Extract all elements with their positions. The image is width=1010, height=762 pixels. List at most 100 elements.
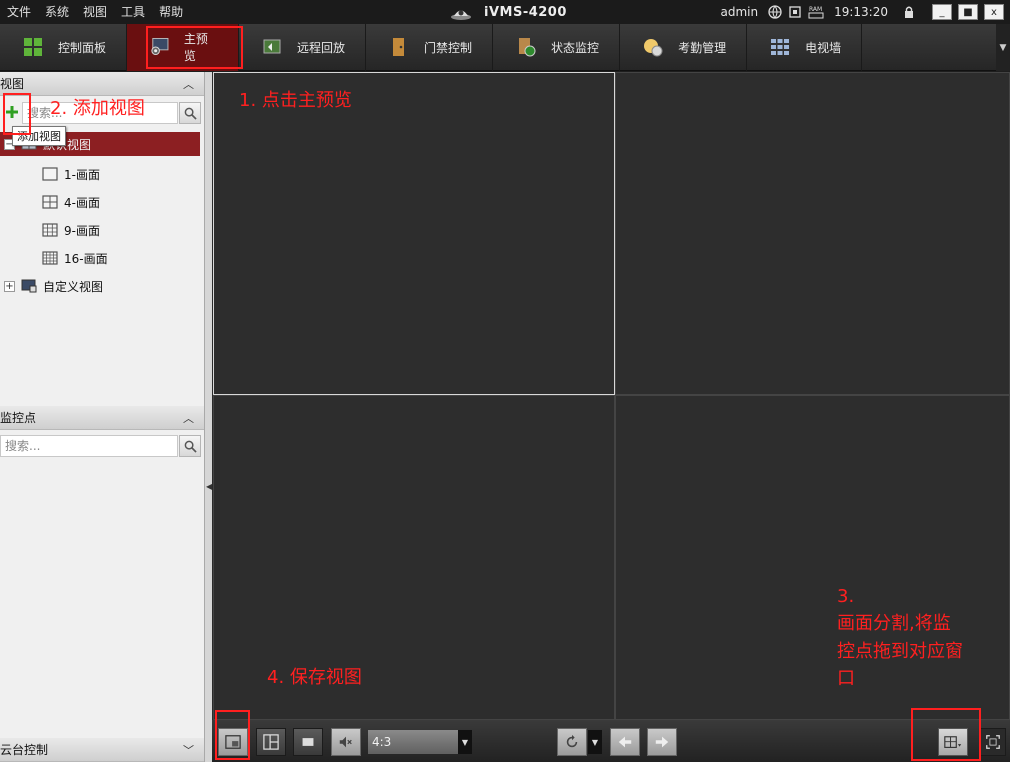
camera-search-input[interactable]: 搜索... [0, 435, 178, 457]
network-globe-icon [768, 5, 782, 19]
annotation-step-3-line-2: 画面分割,将监 [837, 613, 951, 634]
access-control-icon [393, 38, 405, 56]
tree-label: 自定义视图 [43, 279, 104, 294]
tab-remote-playback[interactable]: 远程回放 [239, 23, 367, 71]
app-title-area: iVMS-4200 [450, 0, 567, 24]
mute-button[interactable] [331, 728, 361, 756]
tab-label: 状态监控 [551, 40, 600, 55]
tab-label: 远程回放 [297, 40, 346, 55]
stop-icon [302, 738, 314, 746]
menu-file[interactable]: 文件 [0, 0, 38, 24]
tab-attendance[interactable]: 考勤管理 [620, 23, 748, 71]
tree-item-4-screen[interactable]: 4-画面 [42, 190, 100, 214]
view-panel-title: 视图 [0, 77, 25, 91]
tree-item-1-screen[interactable]: 1-画面 [42, 162, 100, 186]
app-title: iVMS-4200 [484, 4, 567, 20]
main-menu: 文件 系统 视图 工具 帮助 [0, 0, 190, 24]
arrow-right-icon [655, 736, 669, 748]
expand-icon[interactable]: ﹀ [183, 742, 194, 758]
aspect-ratio-dropdown-icon[interactable]: ▼ [458, 730, 472, 754]
minimize-button[interactable]: _ [932, 4, 952, 20]
volume-mute-icon [339, 736, 352, 748]
annotation-step-3-line-4: 口 [837, 668, 855, 689]
current-user: admin [720, 5, 759, 19]
left-panel: 视图 ︿ 搜索... − 默认视图 1-画面 4-画面 9-画面 16-画面 +… [0, 72, 204, 762]
collapse-icon[interactable]: ︿ [183, 410, 194, 426]
fullscreen-button[interactable] [980, 728, 1006, 756]
panel-splitter[interactable]: ◀ [204, 72, 212, 762]
arrow-left-icon [618, 736, 632, 748]
video-pane-4[interactable] [615, 395, 1010, 720]
lock-icon[interactable] [902, 5, 916, 19]
highlight-save-view [215, 710, 250, 760]
annotation-step-3-line-3: 控点拖到对应窗 [837, 641, 963, 662]
search-icon [184, 107, 197, 120]
next-page-button[interactable] [647, 728, 677, 756]
control-panel-icon [24, 38, 42, 56]
menu-tools[interactable]: 工具 [114, 0, 152, 24]
remote-playback-icon [263, 39, 281, 54]
tab-label: 电视墙 [805, 40, 842, 55]
layout-4-icon [42, 195, 58, 209]
tab-video-wall[interactable]: 电视墙 [747, 23, 863, 71]
tab-label: 门禁控制 [424, 40, 473, 55]
tree-label: 1-画面 [64, 167, 100, 182]
menu-view[interactable]: 视图 [76, 0, 114, 24]
view-search-button[interactable] [179, 102, 201, 124]
layout-9-icon [42, 223, 58, 237]
highlight-screen-division [911, 708, 981, 761]
collapse-icon[interactable]: ︿ [183, 76, 194, 92]
tree-label: 9-画面 [64, 223, 100, 238]
ptz-panel-title: 云台控制 [0, 743, 49, 757]
camera-logo-icon [451, 10, 471, 20]
tree-item-9-screen[interactable]: 9-画面 [42, 218, 100, 242]
window-layout-button[interactable] [256, 728, 286, 756]
layout-16-icon [42, 251, 58, 265]
tab-access-control[interactable]: 门禁控制 [366, 23, 494, 71]
tree-label: 16-画面 [64, 251, 108, 266]
aspect-ratio-select[interactable]: 4:3 [368, 730, 458, 754]
tree-item-16-screen[interactable]: 16-画面 [42, 246, 108, 270]
clock: 19:13:20 [834, 5, 888, 19]
tab-label: 考勤管理 [678, 40, 727, 55]
video-pane-1[interactable] [213, 72, 615, 395]
annotation-step-2: 2. 添加视图 [50, 98, 145, 119]
menu-system[interactable]: 系统 [38, 0, 76, 24]
refresh-dropdown-icon[interactable]: ▼ [588, 730, 602, 754]
layout-split-icon [263, 734, 279, 750]
expand-toggle[interactable]: + [4, 280, 15, 292]
maximize-button[interactable]: ■ [958, 4, 978, 20]
camera-panel-header[interactable]: 监控点 ︿ [0, 406, 204, 430]
video-wall-icon [771, 39, 790, 55]
refresh-button[interactable] [557, 728, 587, 756]
annotation-step-1: 1. 点击主预览 [239, 90, 352, 111]
tab-control-panel[interactable]: 控制面板 [0, 23, 128, 71]
tree-label: 4-画面 [64, 195, 100, 210]
status-monitor-icon [519, 38, 536, 57]
camera-search-button[interactable] [179, 435, 201, 457]
annotation-step-3-number: 3. [837, 586, 855, 607]
menu-help[interactable]: 帮助 [152, 0, 190, 24]
previous-page-button[interactable] [610, 728, 640, 756]
custom-view-icon [21, 279, 37, 293]
cpu-icon [789, 6, 801, 18]
annotation-step-4: 4. 保存视图 [267, 667, 362, 688]
refresh-icon [566, 734, 578, 748]
video-pane-2[interactable] [615, 72, 1010, 395]
tree-item-custom-view[interactable]: + 自定义视图 [4, 274, 103, 298]
tab-status-monitor[interactable]: 状态监控 [493, 23, 621, 71]
ptz-panel-header[interactable]: 云台控制 ﹀ [0, 738, 204, 762]
attendance-icon [644, 39, 663, 57]
svg-text:RAM: RAM [809, 6, 822, 13]
close-button[interactable]: x [984, 4, 1004, 20]
layout-1-icon [42, 167, 58, 181]
camera-panel-title: 监控点 [0, 411, 37, 425]
status-area: admin RAM 19:13:20 _ ■ x [720, 0, 1010, 24]
highlight-add-view [3, 93, 31, 135]
search-icon [184, 440, 197, 453]
tab-label: 控制面板 [58, 40, 107, 55]
ram-icon: RAM [808, 6, 824, 19]
fullscreen-icon [986, 735, 1000, 749]
stop-all-button[interactable] [293, 728, 323, 756]
toolbar-overflow-button[interactable]: ▼ [996, 24, 1010, 71]
